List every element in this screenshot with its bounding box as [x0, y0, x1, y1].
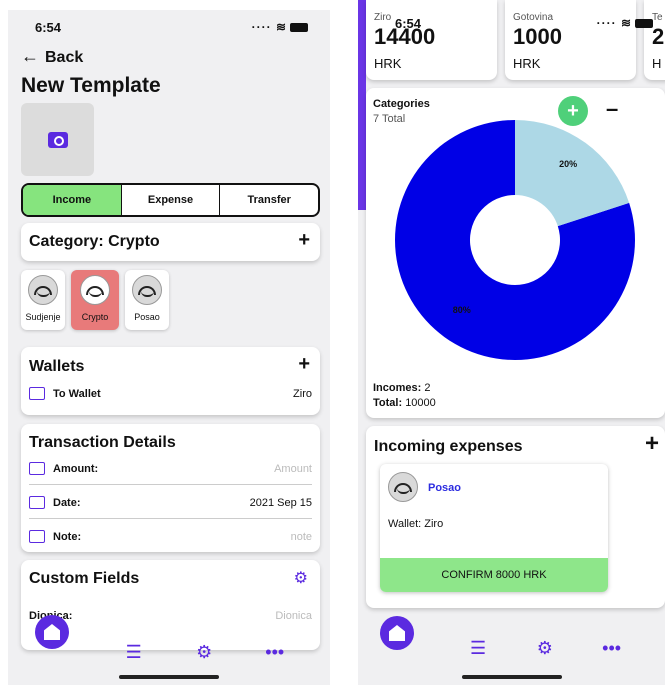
pie-label-1: 20%: [559, 159, 577, 169]
divider: [29, 484, 312, 485]
status-bar: 6:54 ···· ≋: [358, 14, 665, 34]
note-icon: [29, 530, 45, 543]
date-value[interactable]: 2021 Sep 15: [250, 497, 312, 509]
expense-category: Posao: [428, 482, 462, 494]
eye-icon: [80, 275, 110, 305]
divider: [29, 518, 312, 519]
page-title: New Template: [21, 74, 161, 97]
to-wallet-label: To Wallet: [53, 387, 101, 400]
category-item-crypto[interactable]: Crypto: [71, 270, 119, 330]
pie-label-0: 80%: [453, 305, 471, 315]
add-photo-button[interactable]: [21, 103, 94, 176]
wallets-card: Wallets + To Wallet Ziro: [21, 347, 320, 415]
more-icon[interactable]: •••: [597, 638, 627, 659]
add-expense-button[interactable]: +: [645, 430, 659, 458]
new-template-screen: 6:54 ···· ≋ ← Back New Template Income Ex…: [8, 10, 330, 685]
incoming-expenses-card: Incoming expenses + Posao Wallet: Ziro C…: [366, 426, 665, 608]
wallet-currency: HRK: [513, 56, 541, 71]
signal-wifi-battery-icon: ···· ≋: [597, 16, 653, 30]
more-icon[interactable]: •••: [260, 642, 290, 663]
amount-label: Amount:: [53, 462, 99, 475]
date-row[interactable]: Date: 2021 Sep 15: [29, 496, 312, 509]
add-wallet-button[interactable]: +: [298, 353, 310, 376]
status-time: 6:54: [35, 20, 62, 35]
eye-icon: [388, 472, 418, 502]
categories-title: Categories: [373, 98, 430, 110]
signal-wifi-battery-icon: ···· ≋: [252, 20, 308, 34]
eye-icon: [132, 275, 162, 305]
gear-icon[interactable]: ⚙: [189, 642, 219, 663]
transaction-details-card: Transaction Details Amount: Amount Date:…: [21, 424, 320, 552]
cash-icon: [29, 462, 45, 475]
home-icon: [389, 625, 405, 641]
eye-icon: [28, 275, 58, 305]
to-wallet-row[interactable]: To Wallet Ziro: [29, 387, 312, 400]
category-item-sudjenje[interactable]: Sudjenje: [21, 270, 65, 330]
incomes-row: Incomes: 2: [373, 382, 430, 394]
segment-expense[interactable]: Expense: [122, 185, 221, 215]
incomes-value: 2: [424, 382, 431, 394]
incomes-label: Incomes:: [373, 382, 422, 394]
to-wallet-value: Ziro: [293, 387, 312, 400]
category-label: Crypto: [81, 312, 109, 322]
note-label: Note:: [53, 530, 82, 543]
note-row[interactable]: Note: note: [29, 530, 312, 543]
categories-pie-chart: 80% 20%: [395, 120, 635, 361]
wallet-currency: H: [652, 56, 662, 71]
home-indicator: [461, 675, 562, 679]
dashboard-screen: Ziro 14400 HRK Gotovina 1000 HRK Te 2 H …: [358, 0, 665, 685]
home-icon: [44, 624, 60, 640]
category-card: Category: Crypto +: [21, 223, 320, 261]
add-category-button[interactable]: +: [298, 229, 310, 252]
wallet-card-te[interactable]: Te 2 H: [644, 0, 665, 80]
total-label: Total:: [373, 397, 403, 409]
date-label: Date:: [53, 496, 81, 509]
incoming-title: Incoming expenses: [374, 438, 523, 455]
list-icon[interactable]: ☰: [463, 638, 493, 659]
category-header: Category: Crypto: [29, 233, 160, 250]
category-item-posao[interactable]: Posao: [125, 270, 169, 330]
gear-icon[interactable]: ⚙: [294, 568, 308, 588]
wallet-card-gotovina[interactable]: Gotovina 1000 HRK: [505, 0, 636, 80]
back-button[interactable]: ← Back: [21, 46, 83, 67]
camera-icon: [47, 131, 68, 148]
back-label: Back: [45, 49, 84, 66]
category-list: Sudjenje Crypto Posao: [21, 270, 169, 330]
type-segmented-control: Income Expense Transfer: [21, 183, 320, 217]
amount-input[interactable]: Amount: [274, 463, 312, 475]
home-button[interactable]: [35, 615, 69, 649]
category-label: Sudjenje: [25, 312, 61, 322]
note-input[interactable]: note: [291, 531, 312, 543]
total-row: Total: 10000: [373, 397, 436, 409]
back-arrow-icon: ←: [21, 46, 39, 66]
status-time: 6:54: [395, 16, 422, 31]
total-value: 10000: [405, 397, 436, 409]
calendar-icon: [29, 496, 45, 509]
confirm-button[interactable]: CONFIRM 8000 HRK: [380, 558, 608, 592]
wallets-header: Wallets: [29, 358, 85, 375]
dionica-input[interactable]: Dionica: [275, 610, 312, 622]
categories-card: Categories 7 Total + – 80% 20% Incomes: 2…: [366, 88, 665, 418]
expense-wallet: Wallet: Ziro: [388, 518, 444, 530]
list-icon[interactable]: ☰: [119, 642, 149, 663]
gear-icon[interactable]: ⚙: [530, 638, 560, 659]
status-bar: 6:54 ···· ≋: [8, 18, 330, 38]
category-label: Posao: [134, 312, 160, 322]
custom-fields-header: Custom Fields: [29, 570, 140, 587]
wallet-currency: HRK: [374, 56, 402, 71]
home-button[interactable]: [380, 616, 414, 650]
amount-row[interactable]: Amount: Amount: [29, 462, 312, 475]
wallet-card-ziro[interactable]: Ziro 14400 HRK: [366, 0, 497, 80]
segment-transfer[interactable]: Transfer: [220, 185, 318, 215]
money-icon: [29, 387, 45, 400]
segment-income[interactable]: Income: [23, 185, 122, 215]
expense-item[interactable]: Posao Wallet: Ziro CONFIRM 8000 HRK: [380, 464, 608, 592]
transaction-header: Transaction Details: [29, 434, 176, 451]
home-indicator: [119, 675, 219, 679]
dionica-row[interactable]: Dionica: Dionica: [29, 610, 312, 622]
